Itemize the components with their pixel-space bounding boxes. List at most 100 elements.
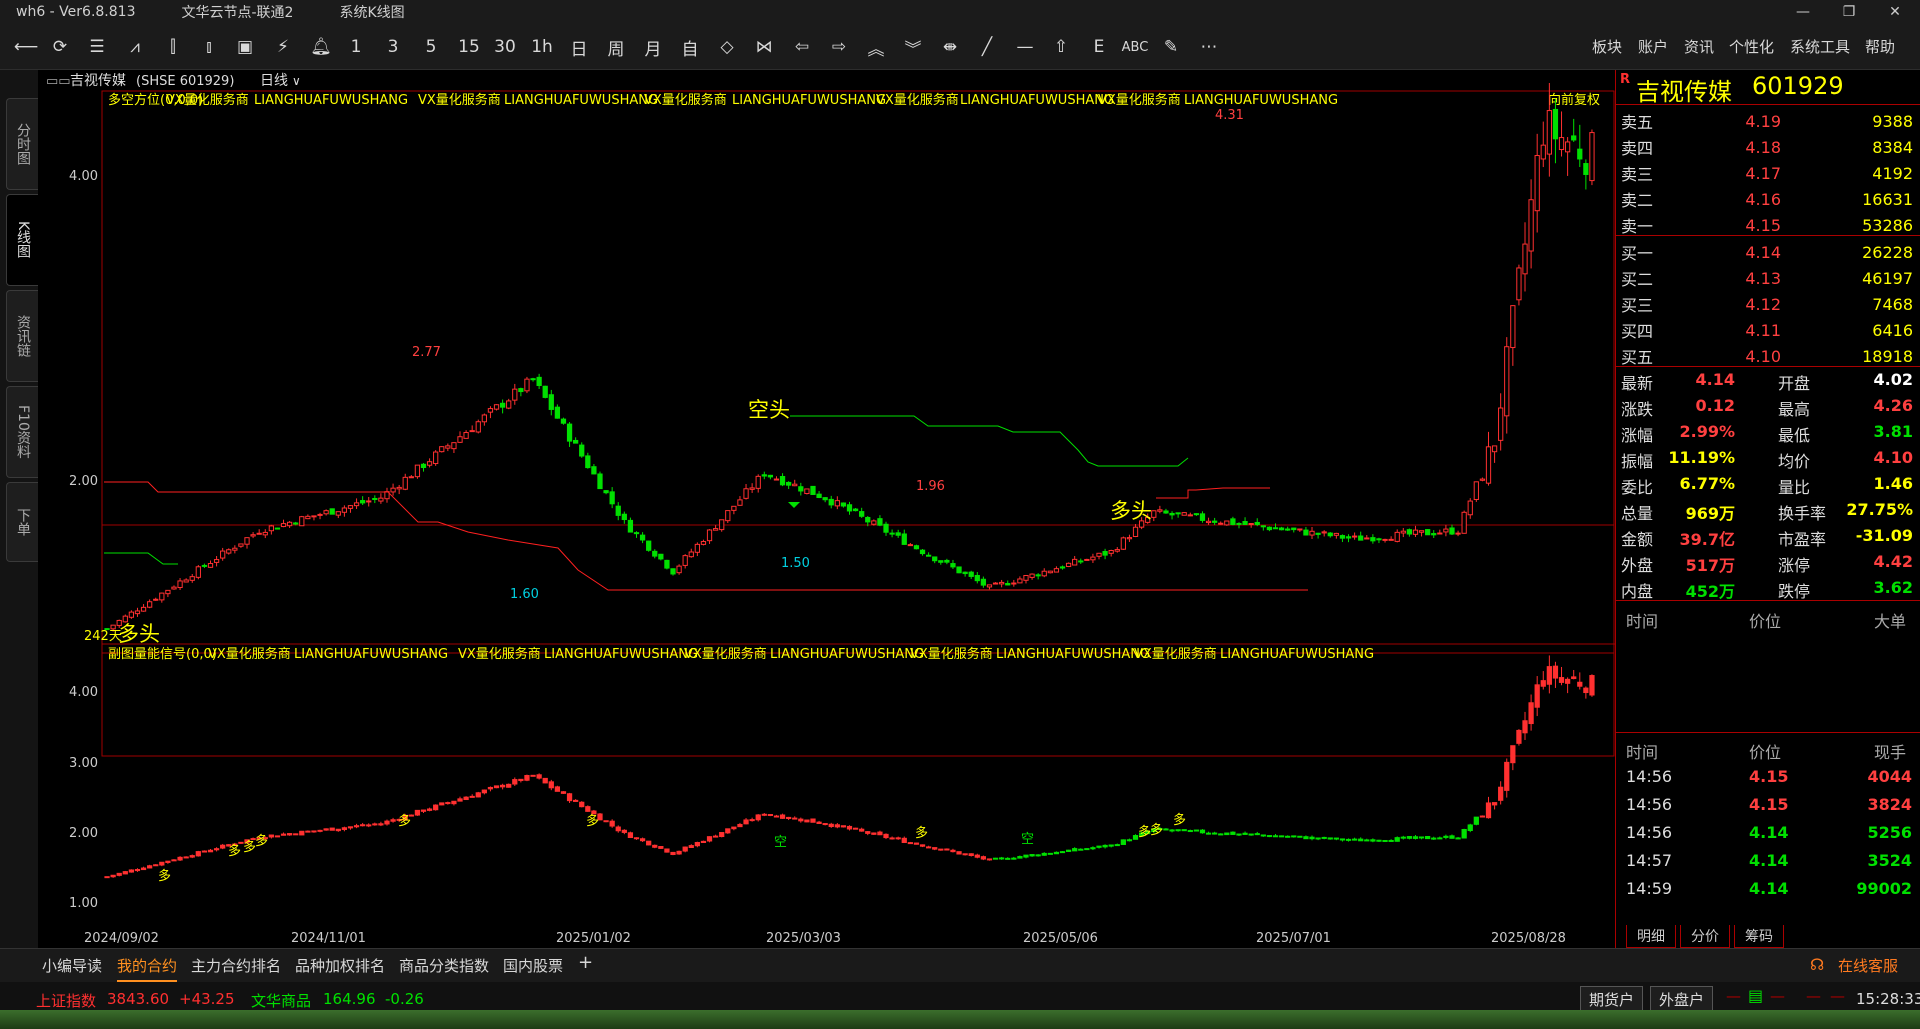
kline-chart[interactable]: ▭▭ 吉视传媒 (SHSE 601929) 日线 ∨ 多空方位(0,0,0) V… — [38, 70, 1615, 948]
candle-body — [913, 545, 920, 550]
tab-kline[interactable]: K线图 — [6, 194, 38, 286]
period-month[interactable]: 月 — [640, 34, 666, 60]
candle-body — [1376, 538, 1382, 541]
futures-account-button[interactable]: 期货户 — [1580, 986, 1644, 1013]
flash-icon[interactable]: ⚡ — [270, 34, 296, 60]
tab-domestic-stocks[interactable]: 国内股票 — [503, 955, 563, 976]
period-day[interactable]: 日 — [566, 34, 592, 60]
candle-body — [840, 502, 847, 507]
kline-chart-area[interactable]: ▭▭ 吉视传媒 (SHSE 601929) 日线 ∨ 多空方位(0,0,0) V… — [38, 70, 1615, 948]
draw-line-icon[interactable]: ╱ — [974, 34, 1000, 60]
tab-f10[interactable]: F10资料 — [6, 386, 38, 478]
tab-guide[interactable]: 小编导读 — [42, 955, 102, 976]
bid-row: 买三 4.12 7468 — [1616, 291, 1920, 317]
menu-help[interactable]: 帮助 — [1865, 36, 1895, 57]
refresh-icon[interactable]: ⟳ — [46, 34, 74, 60]
tab-my-contracts[interactable]: 我的合约 — [117, 955, 178, 982]
more-icon[interactable]: ⋯ — [1196, 34, 1222, 60]
tick-price: 4.14 — [1749, 851, 1789, 870]
sub-indicator-name[interactable]: 副图量能信号(0,0) — [108, 647, 217, 662]
left-tab-bar: 分时图 K线图 资讯链 F10资料 下单 — [0, 70, 38, 948]
stat-label: 委比 — [1621, 478, 1654, 497]
tab-chips[interactable]: 筹码 — [1734, 925, 1784, 948]
minimize-icon[interactable]: — — [1780, 0, 1826, 24]
period-15[interactable]: 15 — [455, 34, 483, 60]
stat-value: 6.77% — [1679, 474, 1735, 493]
candle-body — [1065, 562, 1072, 567]
indicator-ad-text: VX量化服务商 — [458, 646, 541, 662]
eraser-icon[interactable]: ✎ — [1158, 34, 1184, 60]
close-icon[interactable]: ✕ — [1872, 0, 1918, 24]
headset-icon[interactable]: ☊ — [1810, 955, 1824, 974]
overseas-account-button[interactable]: 外盘户 — [1650, 986, 1714, 1013]
sub-candle-body — [451, 800, 457, 805]
back-icon[interactable]: ⟵ — [12, 34, 40, 60]
chevron-down-icon[interactable]: ∨ — [292, 74, 301, 88]
period-select[interactable]: 日线 — [260, 73, 288, 89]
sub-candle-body — [1108, 844, 1114, 847]
sub-candle-body — [469, 795, 475, 798]
up-icon[interactable]: ︽ — [863, 34, 889, 60]
sub-candle-body — [1120, 839, 1126, 845]
sub-candle-body — [195, 851, 201, 857]
arrow-up-icon[interactable]: ⇧ — [1048, 34, 1074, 60]
indicator-ad-text: VX量化服务商 — [876, 92, 959, 108]
period-5[interactable]: 5 — [420, 34, 442, 60]
period-1h[interactable]: 1h — [528, 34, 556, 60]
line-chart-icon[interactable]: ⩘ — [122, 34, 148, 60]
label-low-160: 1.60 — [510, 587, 539, 602]
down-icon[interactable]: ︾ — [900, 34, 926, 60]
online-service[interactable]: 在线客服 — [1838, 955, 1898, 976]
add-tab-button[interactable]: + — [578, 952, 593, 973]
period-3[interactable]: 3 — [382, 34, 404, 60]
label-low-150: 1.50 — [781, 556, 810, 571]
period-custom[interactable]: 自 — [677, 34, 703, 60]
zoom-out-icon[interactable]: ⋈ — [751, 34, 777, 60]
bar-icon[interactable]: ⫾ — [196, 34, 222, 60]
candle-body — [408, 476, 414, 479]
candle-body — [1418, 530, 1425, 533]
tab-weighted-rank[interactable]: 品种加权排名 — [295, 955, 385, 976]
sub-candle-body — [737, 823, 743, 828]
candle-body — [901, 533, 907, 545]
left-icon[interactable]: ⇦ — [789, 34, 815, 60]
zoom-in-icon[interactable]: ◇ — [714, 34, 740, 60]
sub-candle-body — [122, 871, 128, 875]
candle-body — [761, 474, 767, 477]
stat-label: 开盘 — [1778, 374, 1811, 393]
candle-icon[interactable]: ⫿ — [160, 34, 186, 60]
candle-body — [1558, 137, 1565, 151]
period-week[interactable]: 周 — [603, 34, 629, 60]
menu-sector[interactable]: 板块 — [1592, 36, 1622, 57]
restore-icon[interactable]: ❐ — [1826, 0, 1872, 24]
candle-body — [232, 547, 238, 551]
tab-main-rank[interactable]: 主力合约排名 — [191, 955, 281, 976]
compare-icon[interactable]: ▭▭ — [46, 74, 71, 89]
period-1[interactable]: 1 — [345, 34, 367, 60]
candle-body — [877, 518, 883, 526]
candle-body — [1224, 520, 1230, 526]
bell-icon[interactable]: 🔔︎ — [308, 34, 334, 60]
menu-tools[interactable]: 系统工具 — [1790, 36, 1850, 57]
menu-news[interactable]: 资讯 — [1684, 36, 1714, 57]
hline-icon[interactable]: — — [1012, 34, 1038, 60]
tab-news-chain[interactable]: 资讯链 — [6, 290, 38, 382]
candle-body — [439, 446, 445, 453]
tab-detail[interactable]: 明细 — [1626, 925, 1676, 948]
cross-icon[interactable]: ⇼ — [937, 34, 963, 60]
tab-timeshare[interactable]: 分时图 — [6, 98, 38, 190]
tab-order[interactable]: 下单 — [6, 482, 38, 562]
text-tool[interactable]: ABC — [1120, 34, 1150, 60]
tab-price-dist[interactable]: 分价 — [1680, 925, 1730, 948]
candle-body — [1151, 510, 1157, 518]
tab-category-index[interactable]: 商品分类指数 — [399, 955, 489, 976]
sub-candle-body — [712, 835, 719, 838]
menu-personalize[interactable]: 个性化 — [1729, 36, 1774, 57]
menu-account[interactable]: 账户 — [1638, 36, 1668, 57]
indicator-ad-text: LIANGHUAFUWUSHANG — [1184, 93, 1338, 108]
list-icon[interactable]: ☰ — [84, 34, 110, 60]
right-icon[interactable]: ⇨ — [826, 34, 852, 60]
fib-icon[interactable]: Ε — [1086, 34, 1112, 60]
chart-box-icon[interactable]: ▣ — [232, 34, 258, 60]
period-30[interactable]: 30 — [491, 34, 519, 60]
